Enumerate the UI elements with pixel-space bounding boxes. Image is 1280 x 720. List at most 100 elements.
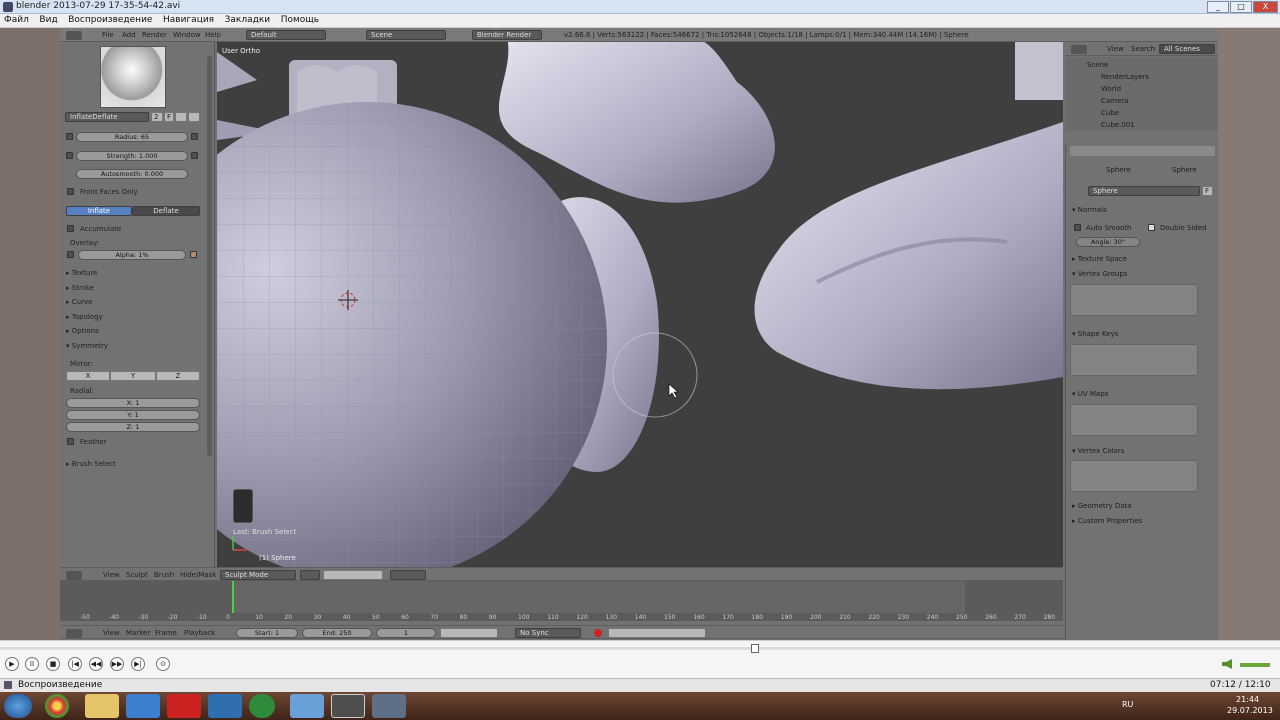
outliner-item-cube001[interactable]: Cube.001 xyxy=(1101,121,1135,129)
scene-select[interactable]: Scene xyxy=(366,30,446,40)
shading-select[interactable] xyxy=(300,570,320,580)
seek-thumb[interactable] xyxy=(751,644,759,653)
window-app-icon[interactable] xyxy=(290,694,324,718)
sync-select[interactable]: No Sync xyxy=(515,628,581,638)
auto-smooth-checkbox[interactable] xyxy=(1074,224,1081,231)
mesh-fake-user[interactable]: F xyxy=(1202,186,1213,196)
alpha-slider[interactable]: Alpha: 1% xyxy=(78,250,186,260)
start-button[interactable] xyxy=(4,694,32,718)
menu-playback[interactable]: Playback xyxy=(184,629,215,637)
topology-panel-header[interactable]: ▸ Topology xyxy=(66,313,103,321)
utorrent-icon[interactable] xyxy=(249,694,275,718)
properties-context-tabs[interactable] xyxy=(1070,146,1215,156)
fake-user-button[interactable]: F xyxy=(164,112,174,122)
geometry-data-panel-header[interactable]: ▸ Geometry Data xyxy=(1072,502,1132,510)
menu-playback[interactable]: Воспроизведение xyxy=(64,14,156,26)
radius-pressure-toggle[interactable] xyxy=(66,133,73,140)
double-sided-checkbox[interactable] xyxy=(1148,224,1155,231)
forward-button[interactable]: ▶▶ xyxy=(110,657,124,671)
shelf-scrollbar[interactable] xyxy=(207,56,212,456)
strength-pressure-icon[interactable] xyxy=(191,152,198,159)
menu-window[interactable]: Window xyxy=(173,31,201,39)
autosmooth-slider[interactable]: Autosmooth: 0.000 xyxy=(76,169,188,179)
vertex-groups-panel-header[interactable]: ▾ Vertex Groups xyxy=(1072,270,1127,278)
texture-panel-header[interactable]: ▸ Texture xyxy=(66,269,97,277)
strength-pressure-toggle[interactable] xyxy=(66,152,73,159)
mirror-x-button[interactable]: X xyxy=(66,371,110,381)
uv-maps-panel-header[interactable]: ▾ UV Maps xyxy=(1072,390,1108,398)
layout-select[interactable]: Default xyxy=(246,30,326,40)
previous-button[interactable]: |◀ xyxy=(68,657,82,671)
add-brush-button[interactable] xyxy=(175,112,187,122)
render-engine-select[interactable]: Blender Render xyxy=(472,30,542,40)
3d-viewport[interactable]: User Ortho Last: Brush Select (1) Sphere xyxy=(217,42,1063,567)
overlay-toggle[interactable] xyxy=(67,251,74,258)
yandex-icon[interactable] xyxy=(167,694,201,718)
pause-button[interactable]: II xyxy=(25,657,39,671)
vertex-groups-list[interactable] xyxy=(1070,284,1198,316)
uv-maps-list[interactable] xyxy=(1070,404,1198,436)
maximize-button[interactable]: □ xyxy=(1230,1,1252,13)
editor-type-icon[interactable] xyxy=(66,31,82,40)
menu-help[interactable]: Help xyxy=(205,31,221,39)
play-button[interactable]: ▶ xyxy=(5,657,19,671)
curve-panel-header[interactable]: ▸ Curve xyxy=(66,298,92,306)
chrome-icon[interactable] xyxy=(45,694,69,718)
deflate-button[interactable]: Deflate xyxy=(132,206,200,216)
menu-sculpt[interactable]: Sculpt xyxy=(126,571,148,579)
brush-select-panel-header[interactable]: ▸ Brush Select xyxy=(66,460,116,468)
active-media-player-icon[interactable] xyxy=(331,694,365,718)
audio-app-icon[interactable] xyxy=(208,694,242,718)
vertex-colors-list[interactable] xyxy=(1070,460,1198,492)
playback-buttons[interactable] xyxy=(440,628,498,638)
frame-step-button[interactable]: ⊙ xyxy=(156,657,170,671)
stroke-panel-header[interactable]: ▸ Stroke xyxy=(66,284,94,292)
radial-z-field[interactable]: Z: 1 xyxy=(66,422,200,432)
menu-frame[interactable]: Frame xyxy=(155,629,177,637)
keying-set-field[interactable] xyxy=(608,628,706,638)
outliner-menu-view[interactable]: View xyxy=(1107,45,1124,53)
close-button[interactable]: X xyxy=(1253,1,1278,13)
editor-type-icon[interactable] xyxy=(66,629,82,638)
mirror-z-button[interactable]: Z xyxy=(156,371,200,381)
front-faces-checkbox[interactable] xyxy=(67,188,74,195)
mesh-datablock-field[interactable]: Sphere xyxy=(1088,186,1200,196)
start-frame-field[interactable]: Start: 1 xyxy=(236,628,298,638)
brush-color-icon[interactable] xyxy=(190,251,197,258)
shape-keys-list[interactable] xyxy=(1070,344,1198,376)
menu-render[interactable]: Render xyxy=(142,31,167,39)
menu-file[interactable]: File xyxy=(102,31,114,39)
seek-track[interactable] xyxy=(0,647,1280,650)
feather-checkbox[interactable] xyxy=(67,438,74,445)
snap-buttons[interactable] xyxy=(390,570,426,580)
menu-navigation[interactable]: Навигация xyxy=(159,14,218,26)
custom-properties-panel-header[interactable]: ▸ Custom Properties xyxy=(1072,517,1142,525)
outliner-item-scene[interactable]: Scene xyxy=(1087,61,1108,69)
language-indicator[interactable]: RU xyxy=(1122,700,1133,709)
editor-type-icon[interactable] xyxy=(1071,45,1087,54)
radial-x-field[interactable]: X: 1 xyxy=(66,398,200,408)
menu-file[interactable]: Файл xyxy=(0,14,33,26)
accumulate-checkbox[interactable] xyxy=(67,225,74,232)
outliner-item-cube[interactable]: Cube xyxy=(1101,109,1119,117)
radius-slider[interactable]: Radius: 65 xyxy=(76,132,188,142)
radial-y-field[interactable]: Y: 1 xyxy=(66,410,200,420)
menu-help[interactable]: Помощь xyxy=(277,14,323,26)
volume-icon[interactable] xyxy=(1222,659,1232,669)
menu-brush[interactable]: Brush xyxy=(154,571,174,579)
angle-field[interactable]: Angle: 30° xyxy=(1076,237,1140,247)
brush-preview[interactable] xyxy=(100,46,166,108)
texture-space-panel-header[interactable]: ▸ Texture Space xyxy=(1072,255,1127,263)
symmetry-panel-header[interactable]: ▾ Symmetry xyxy=(66,342,108,350)
mirror-y-button[interactable]: Y xyxy=(110,371,156,381)
menu-view[interactable]: View xyxy=(103,629,120,637)
record-icon[interactable] xyxy=(594,629,602,637)
outliner-item-world[interactable]: World xyxy=(1101,85,1121,93)
brush-name-field[interactable]: InflateDeflate xyxy=(65,112,149,122)
current-frame-field[interactable]: 1 xyxy=(376,628,436,638)
menu-view[interactable]: Вид xyxy=(35,14,61,26)
options-panel-header[interactable]: ▸ Options xyxy=(66,327,99,335)
inflate-button[interactable]: Inflate xyxy=(66,206,132,216)
next-button[interactable]: ▶| xyxy=(131,657,145,671)
timeline[interactable]: -50 -40 -30 -20 -10 0 10 20 30 40 50 60 70 80 90 100 110… xyxy=(60,581,1063,621)
